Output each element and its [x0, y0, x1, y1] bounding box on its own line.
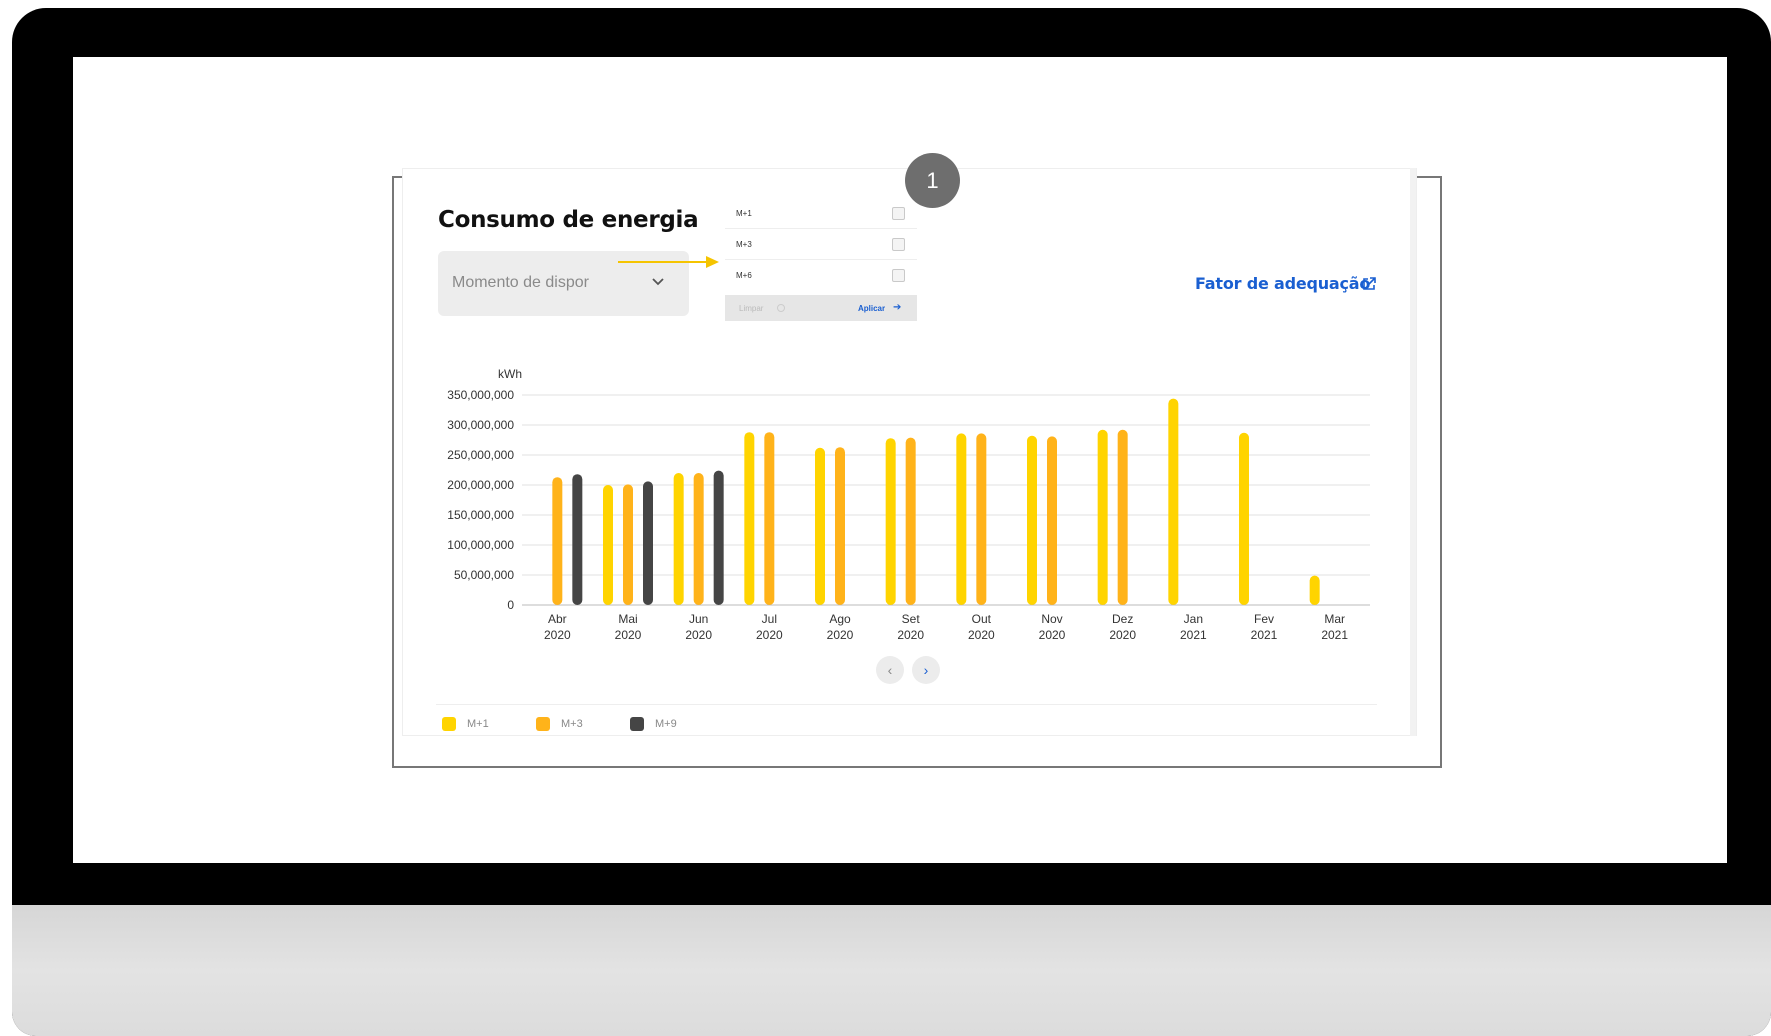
- clear-button[interactable]: Limpar: [739, 304, 763, 313]
- legend-swatch: [536, 717, 550, 731]
- step-badge: 1: [905, 153, 960, 208]
- arrow-right-icon: ➔: [893, 302, 902, 313]
- y-tick-label: 300,000,000: [447, 418, 514, 432]
- dropdown-option[interactable]: M+1: [725, 198, 917, 229]
- legend-item[interactable]: M+9: [630, 717, 724, 731]
- bar-mplus9-jun[interactable]: [713, 470, 724, 605]
- x-tick-year: 2020: [544, 628, 571, 642]
- dropdown-option-label: M+3: [736, 240, 752, 249]
- x-tick-month: Out: [972, 612, 992, 626]
- x-tick-month: Jan: [1184, 612, 1203, 626]
- bar-mplus3-jul[interactable]: [764, 432, 775, 605]
- clear-icon: [777, 304, 785, 312]
- bar-mplus1-set[interactable]: [885, 438, 896, 605]
- annotation-arrow-icon: [618, 256, 719, 268]
- bar-mplus1-mar[interactable]: [1309, 575, 1320, 605]
- x-tick-month: Set: [902, 612, 921, 626]
- x-tick-year: 2021: [1251, 628, 1278, 642]
- adequacy-factor-link[interactable]: Fator de adequação: [1195, 274, 1370, 293]
- bar-mplus1-ago[interactable]: [815, 447, 825, 605]
- option-checkbox[interactable]: [892, 207, 905, 220]
- chart-next-button[interactable]: ›: [912, 656, 940, 684]
- legend-label: M+9: [655, 718, 677, 730]
- bar-mplus9-abr[interactable]: [572, 474, 583, 605]
- x-tick-year: 2020: [756, 628, 783, 642]
- dropdown-option-label: M+1: [736, 209, 752, 218]
- bar-mplus1-nov[interactable]: [1027, 435, 1037, 605]
- bar-mplus3-dez[interactable]: [1117, 429, 1128, 605]
- x-tick-month: Fev: [1254, 612, 1274, 626]
- option-checkbox[interactable]: [892, 238, 905, 251]
- y-tick-label: 0: [507, 598, 514, 612]
- x-tick-year: 2021: [1321, 628, 1348, 642]
- option-checkbox[interactable]: [892, 269, 905, 282]
- bar-mplus3-set[interactable]: [905, 437, 916, 605]
- bar-mplus3-nov[interactable]: [1047, 436, 1057, 605]
- moment-select-value: Momento de dispor: [452, 274, 589, 291]
- x-tick-year: 2020: [1039, 628, 1066, 642]
- x-tick-year: 2021: [1180, 628, 1207, 642]
- x-tick-month: Dez: [1112, 612, 1133, 626]
- bar-mplus1-jul[interactable]: [744, 432, 755, 605]
- dropdown-footer: Limpar Aplicar ➔: [725, 295, 917, 321]
- x-tick-month: Nov: [1041, 612, 1062, 626]
- x-tick-year: 2020: [685, 628, 712, 642]
- x-tick-year: 2020: [615, 628, 642, 642]
- chevron-left-icon: ‹: [887, 662, 893, 678]
- bar-mplus3-ago[interactable]: [835, 447, 845, 605]
- monitor-chin: [12, 905, 1771, 1036]
- x-tick-month: Mai: [618, 612, 637, 626]
- x-tick-year: 2020: [897, 628, 924, 642]
- x-tick-year: 2020: [827, 628, 854, 642]
- legend-item[interactable]: M+3: [536, 717, 630, 731]
- x-axis-labels: Abr 2020 Mai 2020 Jun 2020 Jul 2020 Ago 2020 Set 20…: [544, 612, 1348, 642]
- legend-item[interactable]: M+1: [442, 717, 536, 731]
- legend-divider: [436, 704, 1377, 705]
- legend-swatch: [442, 717, 456, 731]
- bar-mplus9-mai[interactable]: [643, 481, 653, 605]
- bar-mplus3-abr[interactable]: [552, 477, 563, 605]
- card-title: Consumo de energia: [438, 207, 699, 233]
- chevron-down-icon: [652, 278, 664, 286]
- x-tick-month: Ago: [829, 612, 851, 626]
- y-tick-label: 150,000,000: [447, 508, 514, 522]
- bar-mplus1-mai[interactable]: [603, 485, 613, 605]
- legend-label: M+3: [561, 718, 583, 730]
- card-edge: [1410, 168, 1416, 736]
- y-tick-label: 250,000,000: [447, 448, 514, 462]
- bar-mplus1-jun[interactable]: [673, 473, 684, 605]
- y-axis-label: kWh: [498, 367, 522, 381]
- energy-consumption-chart: kWh 350,000,000 300,000,000 250,000,000 200…: [447, 367, 1370, 642]
- x-tick-year: 2020: [1109, 628, 1136, 642]
- bar-mplus1-out[interactable]: [956, 433, 967, 605]
- bar-mplus3-mai[interactable]: [623, 484, 633, 605]
- bar-mplus1-jan[interactable]: [1168, 398, 1179, 605]
- apply-button[interactable]: Aplicar: [858, 304, 885, 313]
- dropdown-option-label: M+6: [736, 271, 752, 280]
- chart-legend: M+1 M+3 M+9: [442, 717, 724, 731]
- x-tick-month: Jul: [762, 612, 777, 626]
- y-tick-label: 100,000,000: [447, 538, 514, 552]
- chevron-right-icon: ›: [923, 662, 929, 678]
- x-tick-month: Abr: [548, 612, 567, 626]
- chart-bars: [552, 398, 1320, 605]
- chart-prev-button[interactable]: ‹: [876, 656, 904, 684]
- x-tick-month: Mar: [1324, 612, 1345, 626]
- y-tick-label: 50,000,000: [454, 568, 514, 582]
- x-tick-month: Jun: [689, 612, 708, 626]
- external-link-icon[interactable]: [1361, 276, 1377, 292]
- bar-mplus1-fev[interactable]: [1239, 432, 1249, 605]
- y-tick-label: 200,000,000: [447, 478, 514, 492]
- legend-swatch: [630, 717, 644, 731]
- bar-mplus3-jun[interactable]: [693, 473, 704, 605]
- y-tick-label: 350,000,000: [447, 388, 514, 402]
- x-tick-year: 2020: [968, 628, 995, 642]
- legend-label: M+1: [467, 718, 489, 730]
- bar-mplus1-dez[interactable]: [1097, 429, 1108, 605]
- months-dropdown: M+1 M+3 M+6 Limpar Aplicar ➔: [725, 198, 917, 321]
- dropdown-option[interactable]: M+6: [725, 260, 917, 291]
- bar-mplus3-out[interactable]: [976, 433, 987, 605]
- dropdown-option[interactable]: M+3: [725, 229, 917, 260]
